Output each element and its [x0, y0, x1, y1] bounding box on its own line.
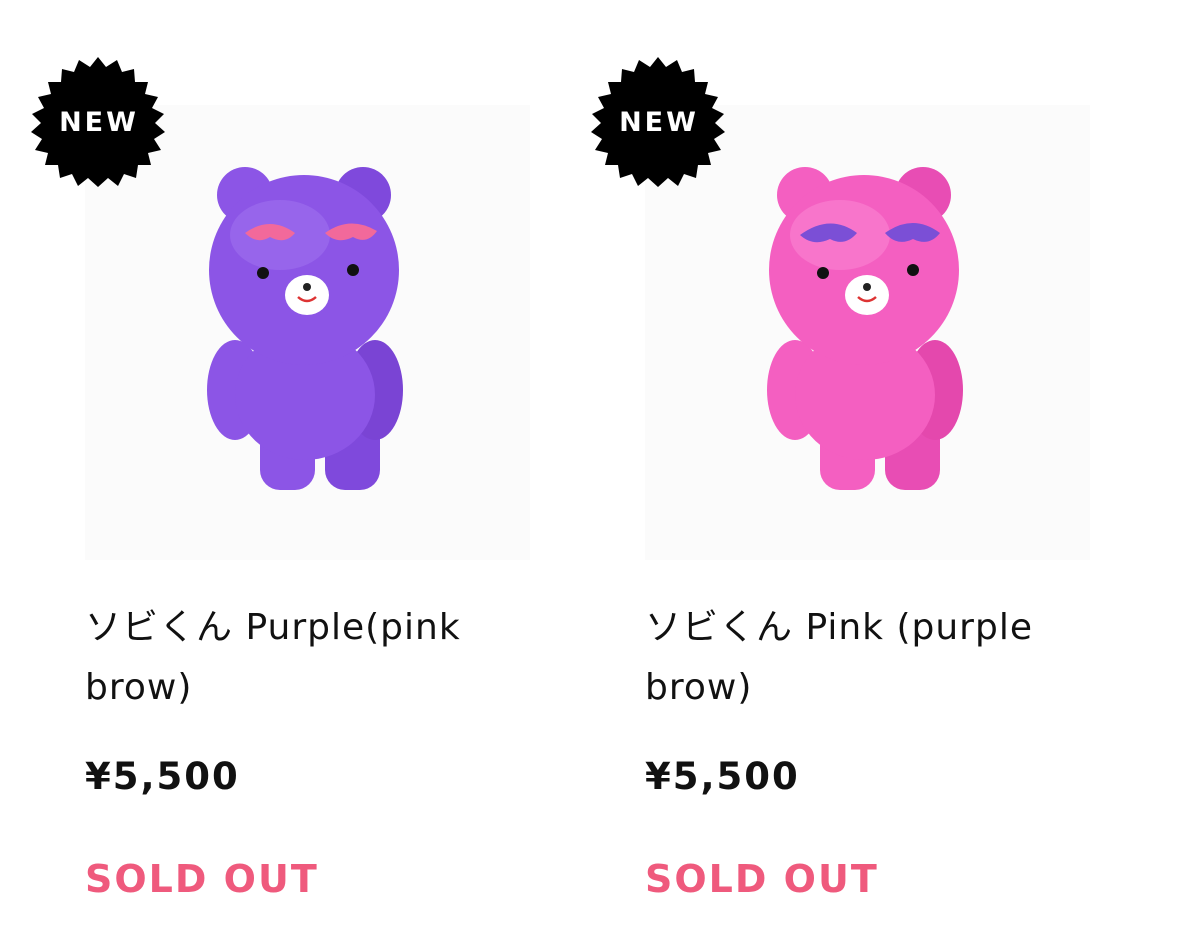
new-badge: NEW: [25, 55, 171, 189]
product-title[interactable]: ソビくん Pink (purple brow): [645, 598, 1095, 718]
product-grid: NEW ソビくん Purple(pink brow) ¥5,500 SOLD O…: [0, 0, 1178, 935]
product-price: ¥5,500: [85, 755, 240, 798]
new-badge: NEW: [585, 55, 731, 189]
product-title[interactable]: ソビくん Purple(pink brow): [85, 598, 535, 718]
product-price: ¥5,500: [645, 755, 800, 798]
product-card[interactable]: NEW ソビくん Purple(pink brow) ¥5,500 SOLD O…: [0, 0, 540, 935]
badge-label: NEW: [59, 106, 139, 138]
sold-out-label: SOLD OUT: [645, 857, 879, 901]
product-card[interactable]: NEW ソビくん Pink (purple brow) ¥5,500 SOLD …: [560, 0, 1100, 935]
sold-out-label: SOLD OUT: [85, 857, 319, 901]
badge-label: NEW: [619, 106, 699, 138]
